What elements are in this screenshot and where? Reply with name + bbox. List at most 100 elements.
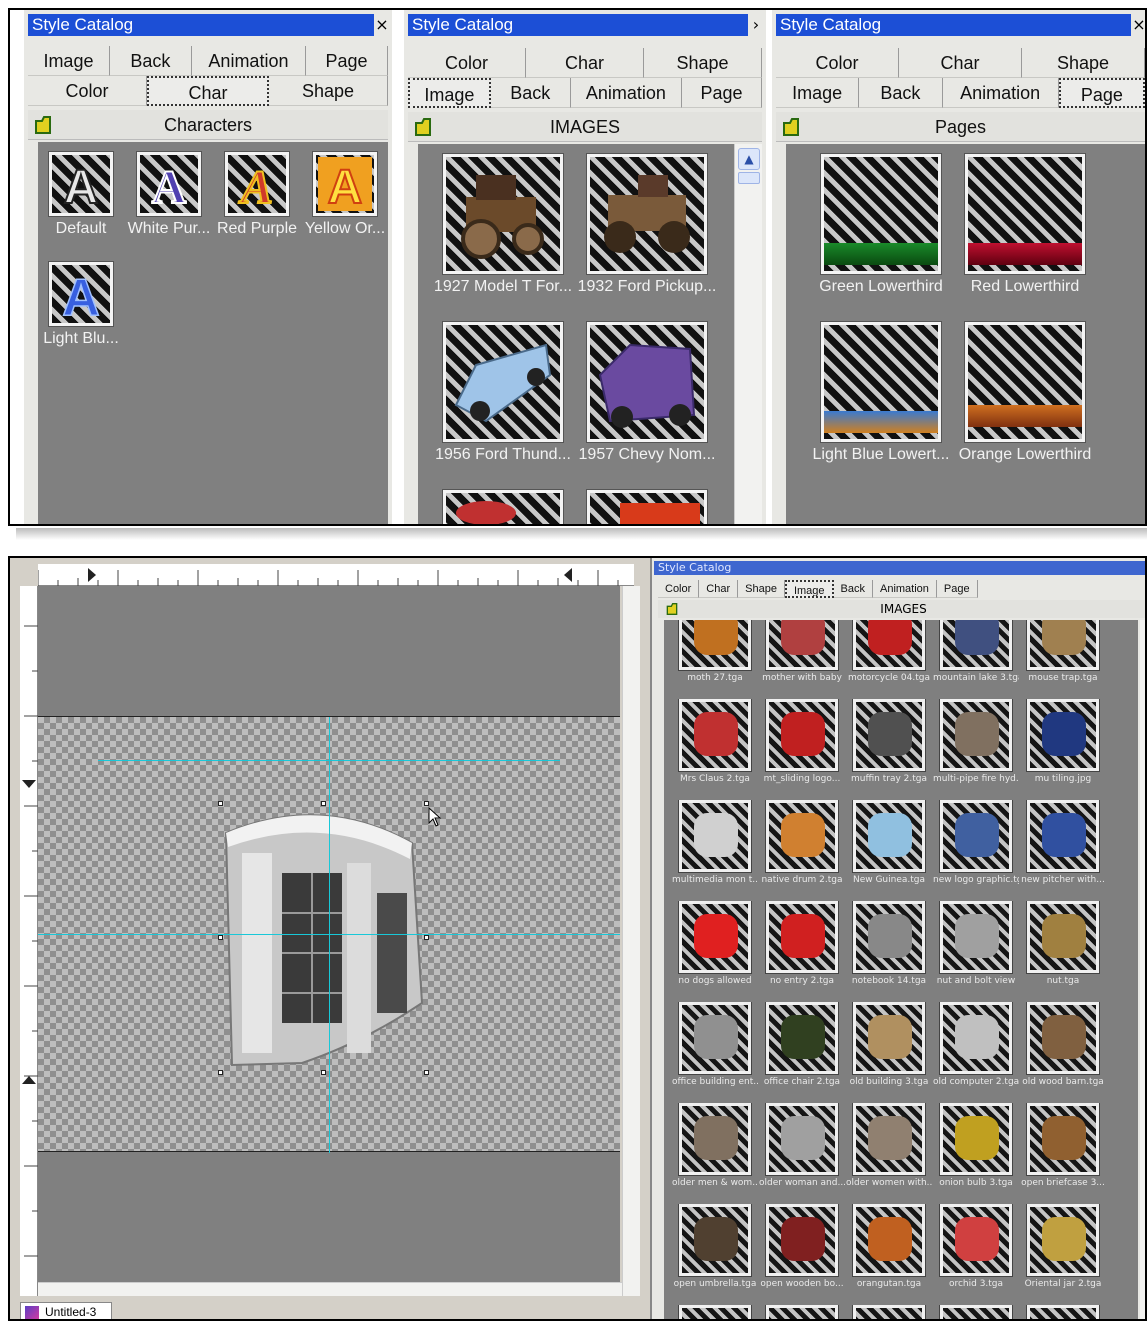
image-item[interactable]: motorcycle 04.tga bbox=[846, 620, 932, 683]
image-item[interactable]: mt_sliding logo... bbox=[759, 699, 845, 784]
image-item[interactable]: new logo graphic.tga bbox=[933, 800, 1019, 885]
selection-handle[interactable] bbox=[218, 935, 223, 940]
style-item[interactable]: A Light Blu... bbox=[38, 262, 124, 348]
page-workspace[interactable] bbox=[38, 586, 620, 1282]
image-item[interactable]: no entry 2.tga bbox=[759, 901, 845, 986]
tab-image[interactable]: Image bbox=[776, 78, 860, 108]
image-item[interactable]: 1932 Ford Pickup... bbox=[572, 154, 722, 296]
tab-page[interactable]: Page bbox=[306, 46, 388, 76]
tab-color[interactable]: Color bbox=[28, 76, 147, 106]
tab-shape[interactable]: Shape bbox=[738, 580, 785, 598]
image-item[interactable] bbox=[759, 1305, 845, 1319]
image-item[interactable] bbox=[933, 1305, 1019, 1319]
image-item[interactable]: old building 3.tga bbox=[846, 1002, 932, 1087]
image-item[interactable]: new pitcher with... bbox=[1020, 800, 1106, 885]
image-item[interactable] bbox=[846, 1305, 932, 1319]
image-item[interactable]: office chair 2.tga bbox=[759, 1002, 845, 1087]
canvas-horizontal-scrollbar[interactable] bbox=[38, 1282, 622, 1296]
style-item[interactable]: A White Pur... bbox=[126, 152, 212, 238]
tab-shape[interactable]: Shape bbox=[269, 76, 388, 106]
style-item[interactable]: A Yellow Or... bbox=[302, 152, 388, 238]
tab-back[interactable]: Back bbox=[109, 46, 192, 76]
image-item[interactable]: multi-pipe fire hyd... bbox=[933, 699, 1019, 784]
image-item[interactable]: nut and bolt view bbox=[933, 901, 1019, 986]
image-item[interactable]: onion bulb 3.tga bbox=[933, 1103, 1019, 1188]
scroll-up-icon[interactable]: ▲ bbox=[738, 148, 760, 170]
image-item[interactable]: 1956 Ford Thund... bbox=[428, 322, 578, 464]
horizontal-ruler[interactable] bbox=[37, 564, 634, 586]
tab-animation[interactable]: Animation bbox=[570, 78, 683, 108]
guide-line-vertical[interactable] bbox=[329, 717, 330, 1153]
tab-image[interactable]: Image bbox=[784, 580, 834, 598]
image-item[interactable] bbox=[428, 490, 578, 524]
image-item[interactable]: orangutan.tga bbox=[846, 1204, 932, 1289]
image-item[interactable] bbox=[572, 490, 722, 524]
selection-handle[interactable] bbox=[424, 801, 429, 806]
tab-color[interactable]: Color bbox=[408, 48, 526, 78]
image-item[interactable]: New Guinea.tga bbox=[846, 800, 932, 885]
canvas-vertical-scrollbar[interactable] bbox=[622, 586, 640, 1296]
image-item[interactable]: older men & wom... bbox=[672, 1103, 758, 1188]
image-item[interactable]: old computer 2.tga bbox=[933, 1002, 1019, 1087]
image-item[interactable] bbox=[1020, 1305, 1106, 1319]
image-item[interactable]: moth 27.tga bbox=[672, 620, 758, 683]
image-item[interactable]: 1927 Model T For... bbox=[428, 154, 578, 296]
selection-handle[interactable] bbox=[321, 1070, 326, 1075]
tab-back[interactable]: Back bbox=[490, 78, 571, 108]
image-item[interactable]: open wooden bo... bbox=[759, 1204, 845, 1289]
page-item[interactable]: Red Lowerthird bbox=[950, 154, 1100, 296]
tab-animation[interactable]: Animation bbox=[873, 580, 937, 598]
image-item[interactable]: mouse trap.tga bbox=[1020, 620, 1106, 683]
tab-shape[interactable]: Shape bbox=[1022, 48, 1145, 78]
close-icon[interactable]: × bbox=[374, 14, 390, 36]
image-item[interactable]: nut.tga bbox=[1020, 901, 1106, 986]
transparent-canvas[interactable] bbox=[38, 716, 620, 1153]
image-item[interactable]: open umbrella.tga bbox=[672, 1204, 758, 1289]
image-item[interactable]: 1957 Chevy Nom... bbox=[572, 322, 722, 464]
image-item[interactable]: native drum 2.tga bbox=[759, 800, 845, 885]
tab-image[interactable]: Image bbox=[28, 46, 110, 76]
selection-handle[interactable] bbox=[321, 801, 326, 806]
document-tab[interactable]: Untitled-3 bbox=[20, 1302, 112, 1319]
vertical-scrollbar[interactable]: ▲ bbox=[734, 144, 762, 524]
selection-handle[interactable] bbox=[218, 1070, 223, 1075]
selection-handle[interactable] bbox=[218, 801, 223, 806]
tab-char[interactable]: Char bbox=[526, 48, 644, 78]
tab-image[interactable]: Image bbox=[408, 78, 491, 108]
tab-page[interactable]: Page bbox=[682, 78, 762, 108]
tab-back[interactable]: Back bbox=[833, 580, 873, 598]
tab-shape[interactable]: Shape bbox=[644, 48, 762, 78]
style-item[interactable]: A Red Purple bbox=[214, 152, 300, 238]
tab-back[interactable]: Back bbox=[859, 78, 943, 108]
image-item[interactable]: old wood barn.tga bbox=[1020, 1002, 1106, 1087]
image-item[interactable]: mother with baby bbox=[759, 620, 845, 683]
tab-char[interactable]: Char bbox=[699, 580, 739, 598]
tab-color[interactable]: Color bbox=[776, 48, 899, 78]
side-vertical-scrollbar[interactable] bbox=[1140, 620, 1145, 1319]
selection-handle[interactable] bbox=[424, 1070, 429, 1075]
scrollbar-thumb[interactable] bbox=[738, 172, 760, 184]
image-item[interactable]: multimedia mon t... bbox=[672, 800, 758, 885]
tab-char[interactable]: Char bbox=[147, 76, 269, 106]
image-item[interactable]: older woman and... bbox=[759, 1103, 845, 1188]
image-item[interactable]: office building ent... bbox=[672, 1002, 758, 1087]
tab-color[interactable]: Color bbox=[658, 580, 700, 598]
image-item[interactable]: Oriental jar 2.tga bbox=[1020, 1204, 1106, 1289]
page-item[interactable]: Light Blue Lowert... bbox=[806, 322, 956, 464]
tab-char[interactable]: Char bbox=[899, 48, 1022, 78]
image-item[interactable]: mountain lake 3.tga bbox=[933, 620, 1019, 683]
page-item[interactable]: Orange Lowerthird bbox=[950, 322, 1100, 464]
tab-animation[interactable]: Animation bbox=[942, 78, 1059, 108]
image-item[interactable]: mu tiling.jpg bbox=[1020, 699, 1106, 784]
selection-handle[interactable] bbox=[424, 935, 429, 940]
image-item[interactable]: notebook 14.tga bbox=[846, 901, 932, 986]
tab-page[interactable]: Page bbox=[1058, 78, 1145, 108]
style-item[interactable]: A Default bbox=[38, 152, 124, 238]
page-item[interactable]: Green Lowerthird bbox=[806, 154, 956, 296]
image-item[interactable]: Mrs Claus 2.tga bbox=[672, 699, 758, 784]
close-icon[interactable]: × bbox=[1131, 14, 1145, 36]
tab-page[interactable]: Page bbox=[936, 580, 978, 598]
image-item[interactable]: orchid 3.tga bbox=[933, 1204, 1019, 1289]
image-item[interactable] bbox=[672, 1305, 758, 1319]
image-item[interactable]: no dogs allowed bbox=[672, 901, 758, 986]
